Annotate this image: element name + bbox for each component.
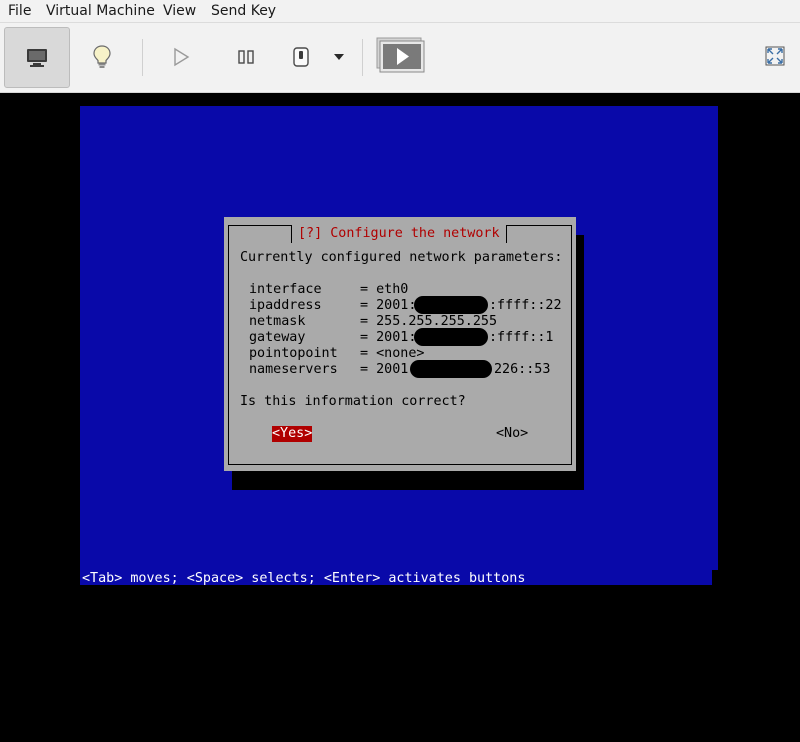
param-value-suffix: :ffff::22 (489, 298, 562, 313)
param-value: = eth0 (360, 282, 409, 297)
param-key: ipaddress (249, 298, 322, 313)
dialog-title: [?] Configure the network (291, 225, 507, 243)
snapshot-icon (376, 37, 425, 73)
power-icon (293, 47, 309, 67)
fullscreen-icon (765, 46, 785, 66)
play-icon (174, 47, 190, 67)
no-button[interactable]: <No> (496, 426, 528, 442)
snapshots-button[interactable] (374, 35, 428, 77)
question-text: Is this information correct? (240, 394, 466, 409)
redaction-mark (414, 328, 488, 346)
param-key: nameservers (249, 362, 338, 377)
param-key: interface (249, 282, 322, 297)
shutdown-menu-button[interactable] (329, 47, 349, 67)
param-value-suffix: :ffff::1 (489, 330, 554, 345)
menu-virtual-machine[interactable]: Virtual Machine (46, 3, 155, 19)
toolbar (0, 23, 800, 93)
menubar: File Virtual Machine View Send Key (0, 0, 800, 23)
shutdown-button[interactable] (287, 41, 315, 73)
yes-button[interactable]: <Yes> (272, 426, 313, 442)
network-config-dialog: [?] Configure the network Currently conf… (224, 217, 576, 471)
installer-status-bar: <Tab> moves; <Space> selects; <Enter> ac… (82, 571, 526, 586)
redaction-mark (414, 296, 488, 314)
monitor-icon (27, 48, 47, 67)
param-key: netmask (249, 314, 306, 329)
redaction-mark (410, 360, 492, 378)
menu-file[interactable]: File (8, 3, 31, 19)
param-value-suffix: 226::53 (494, 362, 551, 377)
caret-down-icon (334, 54, 344, 60)
param-value-prefix: = 2001: (360, 362, 417, 377)
intro-text: Currently configured network parameters: (240, 250, 563, 265)
menu-view[interactable]: View (163, 3, 196, 19)
param-value-prefix: = 2001: (360, 330, 417, 345)
pause-button[interactable] (231, 41, 261, 73)
console-view-button[interactable] (4, 27, 70, 88)
menu-send-key[interactable]: Send Key (211, 3, 276, 19)
param-key: gateway (249, 330, 306, 345)
details-view-button[interactable] (86, 41, 118, 73)
vm-display[interactable]: [?] Configure the network Currently conf… (0, 93, 800, 600)
param-value-prefix: = 2001: (360, 298, 417, 313)
pause-icon (238, 50, 254, 64)
param-key: pointopoint (249, 346, 338, 361)
run-button[interactable] (166, 41, 196, 73)
fullscreen-button[interactable] (762, 43, 788, 69)
lightbulb-icon (93, 45, 111, 68)
